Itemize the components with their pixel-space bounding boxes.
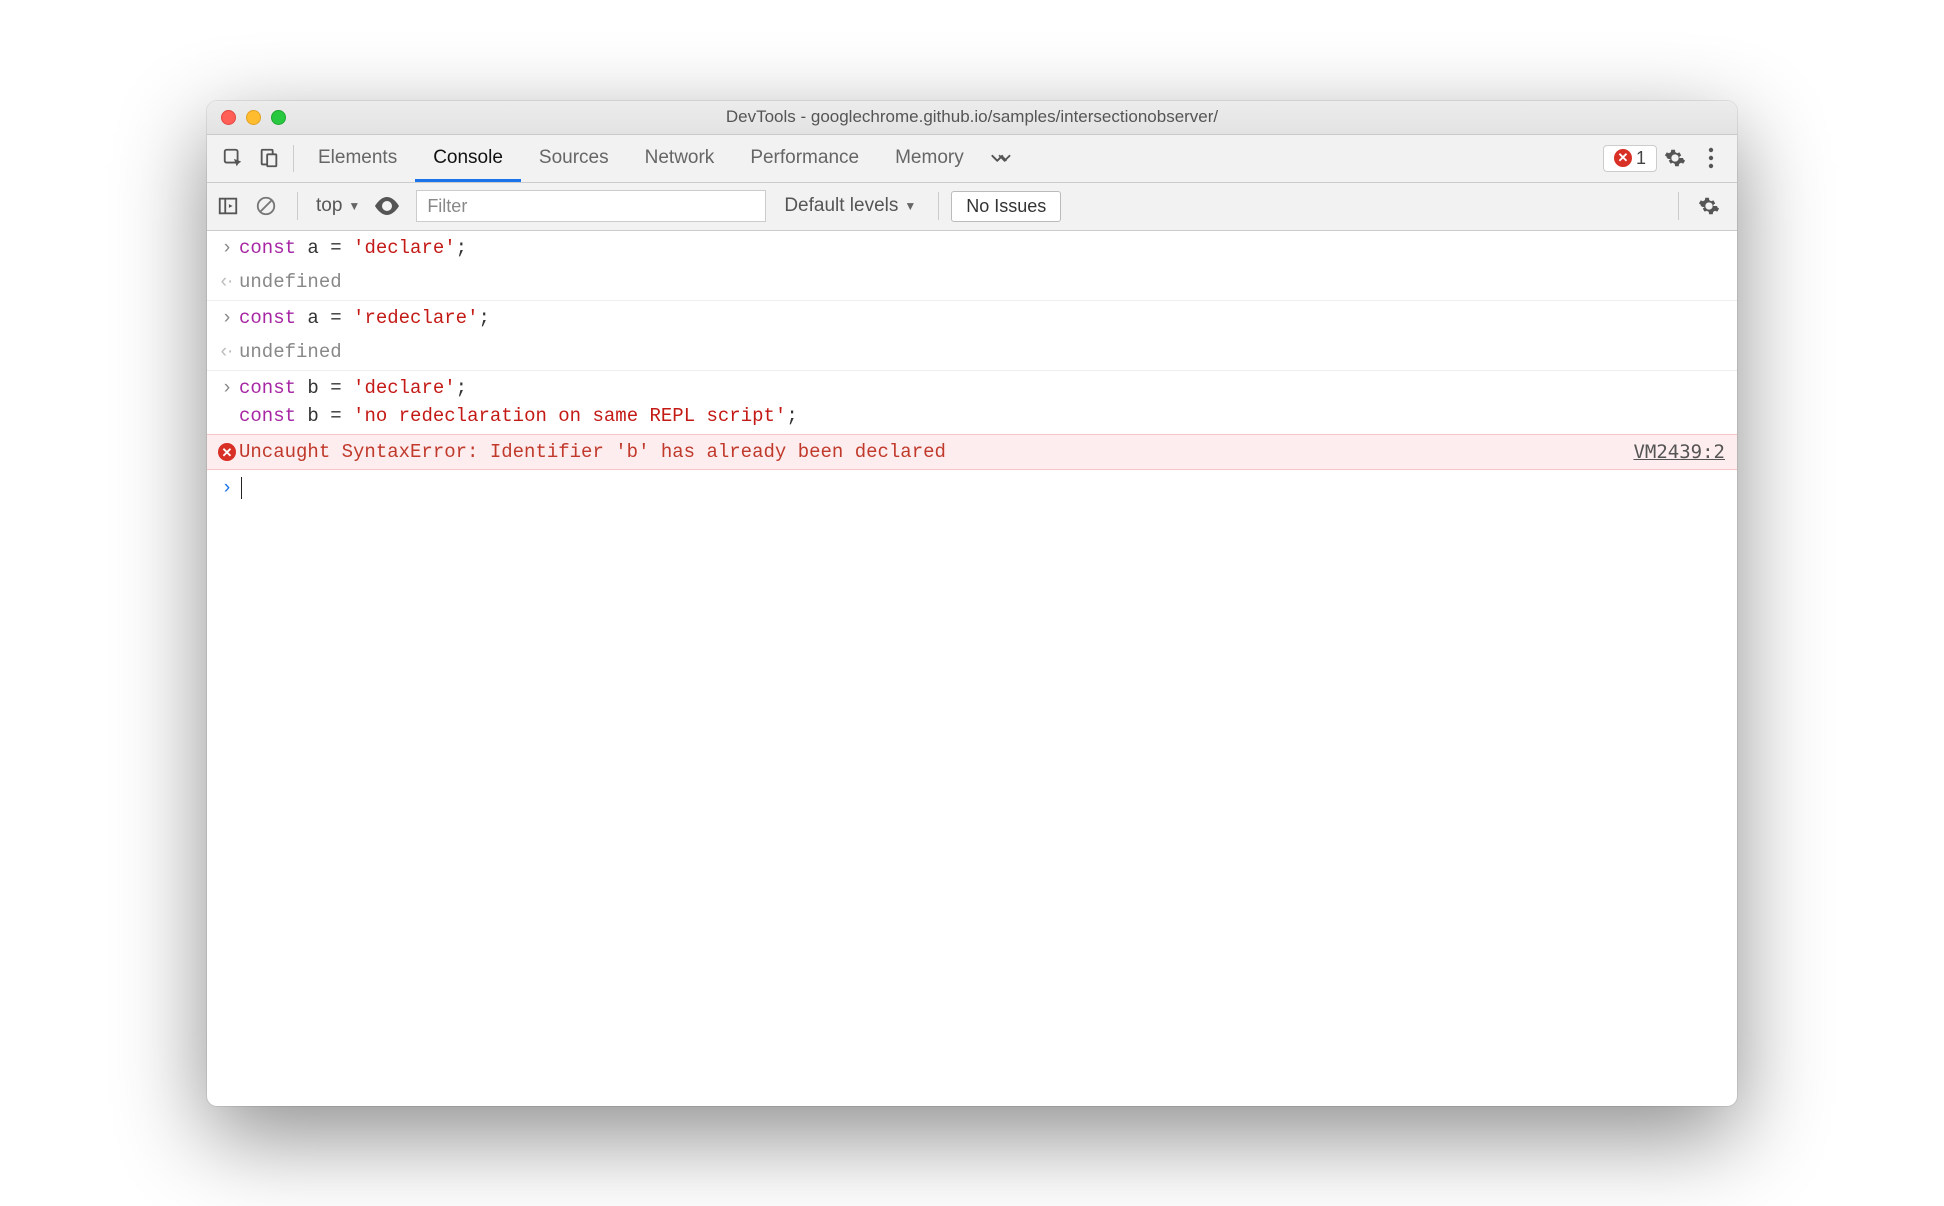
input-chevron-icon: › [215, 234, 239, 263]
console-output-row: ‹·undefined [207, 335, 1737, 371]
live-expression-eye-icon[interactable] [374, 197, 408, 215]
levels-label: Default levels [784, 195, 898, 217]
output-text: undefined [239, 268, 1725, 297]
console-prompt[interactable]: › [207, 470, 1737, 507]
code-text: const b = 'declare'; const b = 'no redec… [239, 374, 1725, 431]
input-chevron-icon: › [215, 374, 239, 403]
tab-performance[interactable]: Performance [732, 135, 877, 182]
error-count-badge[interactable]: ✕ 1 [1603, 145, 1657, 172]
prompt-chevron-icon: › [215, 474, 239, 503]
console-error-row: ✕Uncaught SyntaxError: Identifier 'b' ha… [207, 434, 1737, 471]
tab-console[interactable]: Console [415, 135, 521, 182]
output-chevron-icon: ‹· [215, 338, 239, 367]
show-console-sidebar-icon[interactable] [217, 195, 247, 217]
output-chevron-icon: ‹· [215, 268, 239, 297]
tab-memory[interactable]: Memory [877, 135, 982, 182]
input-chevron-icon: › [215, 304, 239, 333]
error-source-link[interactable]: VM2439:2 [1633, 438, 1725, 467]
code-text: const a = 'redeclare'; [239, 304, 1725, 333]
error-icon: ✕ [1614, 149, 1632, 167]
error-count: 1 [1636, 148, 1646, 169]
separator [938, 192, 939, 220]
separator [297, 192, 298, 220]
execution-context-selector[interactable]: top ▼ [310, 193, 366, 219]
context-label: top [316, 195, 342, 217]
window-title: DevTools - googlechrome.github.io/sample… [207, 107, 1737, 127]
dropdown-triangle-icon: ▼ [904, 199, 916, 213]
panel-tabs: Elements Console Sources Network Perform… [207, 135, 1737, 183]
titlebar: DevTools - googlechrome.github.io/sample… [207, 101, 1737, 135]
overflow-tabs-icon[interactable] [982, 135, 1018, 182]
console-input-row: ›const a = 'declare'; [207, 231, 1737, 266]
output-text: undefined [239, 338, 1725, 367]
inspect-icon[interactable] [215, 135, 251, 182]
more-menu-icon[interactable] [1693, 135, 1729, 182]
code-text: const a = 'declare'; [239, 234, 1725, 263]
console-input-row: ›const a = 'redeclare'; [207, 301, 1737, 336]
error-icon: ✕ [215, 438, 239, 467]
console-input-row: ›const b = 'declare'; const b = 'no rede… [207, 371, 1737, 434]
console-output-row: ‹·undefined [207, 265, 1737, 301]
console-settings-gear-icon[interactable] [1691, 195, 1727, 217]
tab-elements[interactable]: Elements [300, 135, 415, 182]
console-toolbar: top ▼ Default levels ▼ No Issues [207, 183, 1737, 231]
text-cursor [241, 477, 242, 499]
devtools-window: DevTools - googlechrome.github.io/sample… [207, 101, 1737, 1106]
filter-input[interactable] [416, 190, 766, 222]
device-toggle-icon[interactable] [251, 135, 287, 182]
issues-button[interactable]: No Issues [951, 191, 1061, 222]
tab-network[interactable]: Network [627, 135, 733, 182]
console-output[interactable]: ›const a = 'declare';‹·undefined›const a… [207, 231, 1737, 1106]
log-levels-dropdown[interactable]: Default levels ▼ [774, 195, 926, 217]
dropdown-triangle-icon: ▼ [348, 199, 360, 213]
separator [1678, 192, 1679, 220]
tab-sources[interactable]: Sources [521, 135, 627, 182]
clear-console-icon[interactable] [255, 195, 285, 217]
error-text: Uncaught SyntaxError: Identifier 'b' has… [239, 438, 1633, 467]
separator [293, 145, 294, 172]
settings-gear-icon[interactable] [1657, 135, 1693, 182]
